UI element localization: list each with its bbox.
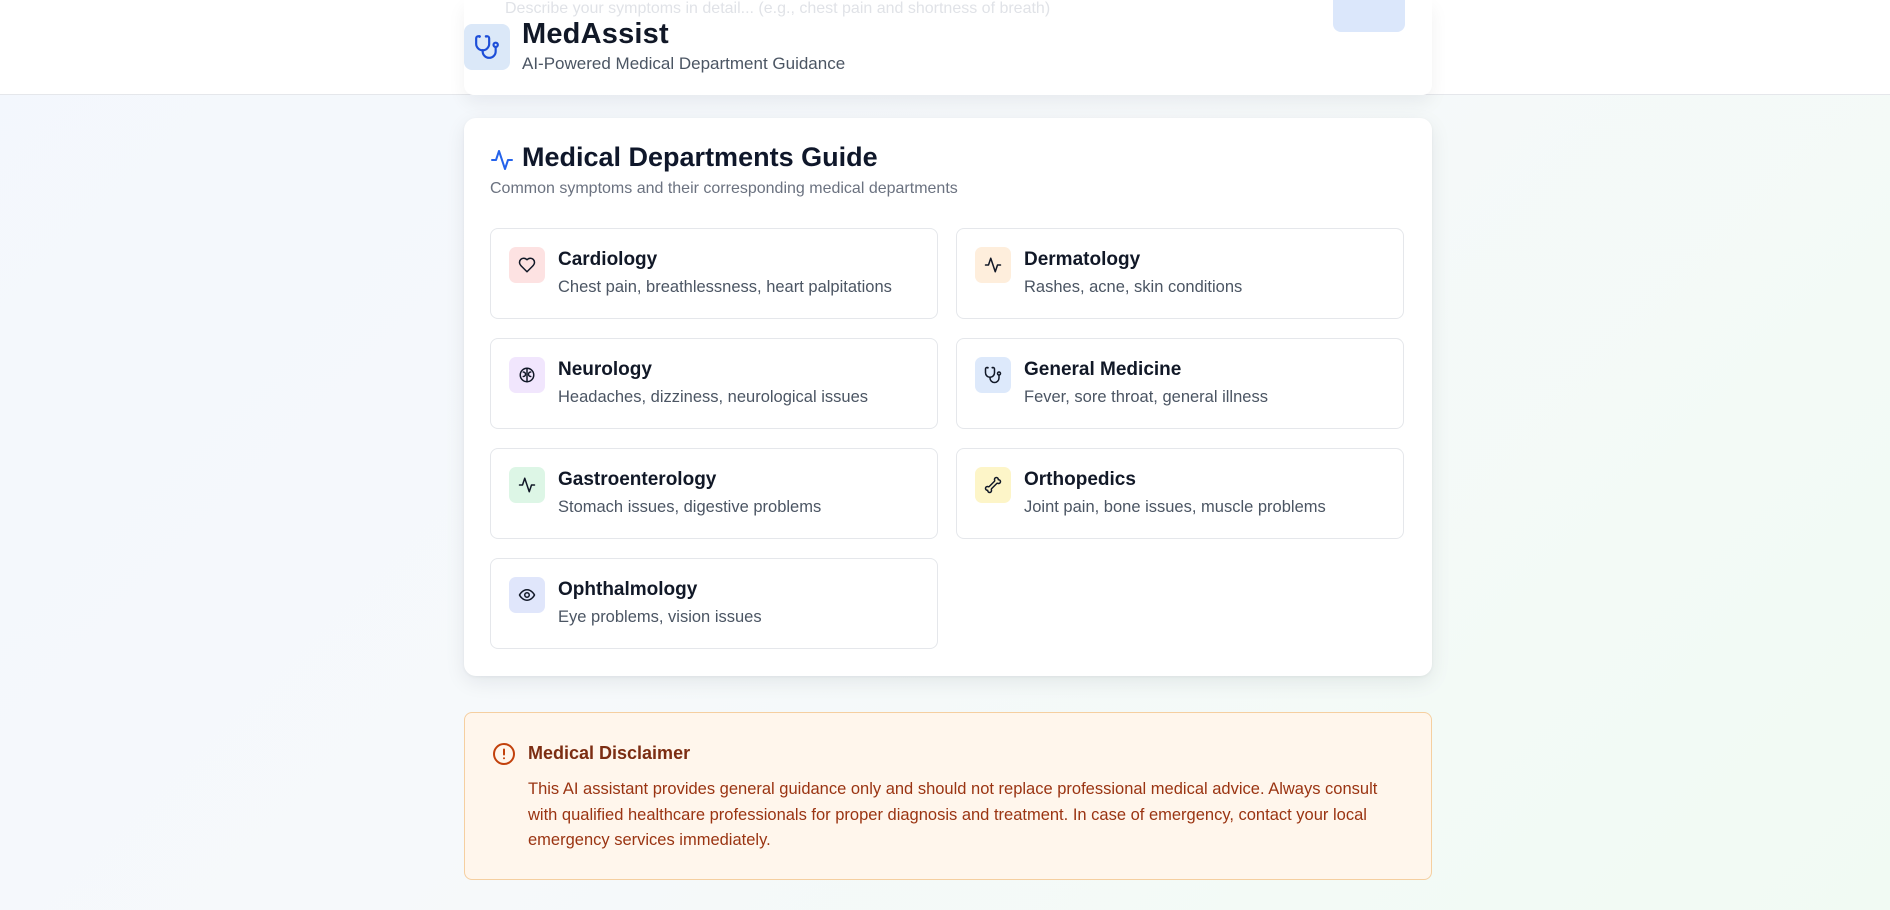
department-name: Orthopedics xyxy=(1024,469,1136,490)
medical-disclaimer: Medical Disclaimer This AI assistant pro… xyxy=(464,712,1432,880)
department-name: Cardiology xyxy=(558,249,658,270)
heart-icon xyxy=(509,247,545,283)
brain-icon xyxy=(509,357,545,393)
symptom-input-placeholder[interactable]: Describe your symptoms in detail... (e.g… xyxy=(505,0,1050,18)
department-card-gastroenterology[interactable]: Gastroenterology Stomach issues, digesti… xyxy=(490,448,938,539)
bone-icon xyxy=(975,467,1011,503)
activity-icon xyxy=(490,148,514,177)
department-symptoms: Joint pain, bone issues, muscle problems xyxy=(1024,498,1326,516)
department-name: Ophthalmology xyxy=(558,579,698,600)
disclaimer-text: This AI assistant provides general guida… xyxy=(528,780,1378,849)
department-symptoms: Headaches, dizziness, neurological issue… xyxy=(558,388,869,406)
departments-guide-card: Medical Departments Guide Common symptom… xyxy=(464,118,1432,676)
activity-icon xyxy=(975,247,1011,283)
stethoscope-icon xyxy=(464,24,510,70)
analyze-button[interactable] xyxy=(1333,0,1405,32)
department-card-ophthalmology[interactable]: Ophthalmology Eye problems, vision issue… xyxy=(490,558,938,649)
department-symptoms: Fever, sore throat, general illness xyxy=(1024,388,1268,406)
department-name: General Medicine xyxy=(1024,359,1182,380)
app-header: Describe your symptoms in detail... (e.g… xyxy=(0,0,1890,95)
app-title: MedAssist xyxy=(522,18,669,50)
app-tagline: AI-Powered Medical Department Guidance xyxy=(522,54,846,73)
disclaimer-title: Medical Disclaimer xyxy=(528,743,691,763)
department-name: Dermatology xyxy=(1024,249,1141,270)
department-card-cardiology[interactable]: Cardiology Chest pain, breathlessness, h… xyxy=(490,228,938,319)
department-name: Neurology xyxy=(558,359,652,380)
stethoscope-icon xyxy=(975,357,1011,393)
department-card-neurology[interactable]: Neurology Headaches, dizziness, neurolog… xyxy=(490,338,938,429)
department-symptoms: Stomach issues, digestive problems xyxy=(558,498,822,516)
alert-circle-icon xyxy=(492,742,516,771)
department-card-orthopedics[interactable]: Orthopedics Joint pain, bone issues, mus… xyxy=(956,448,1404,539)
guide-subtitle: Common symptoms and their corresponding … xyxy=(490,180,958,197)
department-name: Gastroenterology xyxy=(558,469,717,490)
eye-icon xyxy=(509,577,545,613)
department-symptoms: Chest pain, breathlessness, heart palpit… xyxy=(558,278,892,296)
department-symptoms: Rashes, acne, skin conditions xyxy=(1024,278,1243,296)
department-card-general-medicine[interactable]: General Medicine Fever, sore throat, gen… xyxy=(956,338,1404,429)
department-card-dermatology[interactable]: Dermatology Rashes, acne, skin condition… xyxy=(956,228,1404,319)
guide-title: Medical Departments Guide xyxy=(522,142,878,172)
activity-icon xyxy=(509,467,545,503)
department-symptoms: Eye problems, vision issues xyxy=(558,608,762,626)
